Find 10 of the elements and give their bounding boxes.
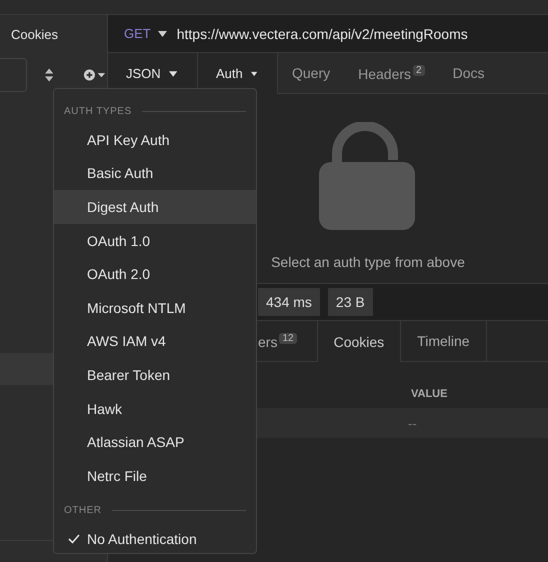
menu-section-title: OTHER [64, 505, 102, 516]
column-header: VALUE [411, 388, 448, 400]
response-stat: 23 B [328, 288, 373, 316]
empty-state-message: Select an auth type from above [271, 254, 465, 270]
menu-section-title: AUTH TYPES [64, 106, 132, 116]
count-badge: 2 [413, 64, 425, 76]
count-badge: 12 [279, 332, 297, 344]
sidebar-title: Cookies [11, 26, 58, 42]
table-cell: -- [408, 416, 417, 430]
response-stat: 434 ms [258, 288, 320, 316]
